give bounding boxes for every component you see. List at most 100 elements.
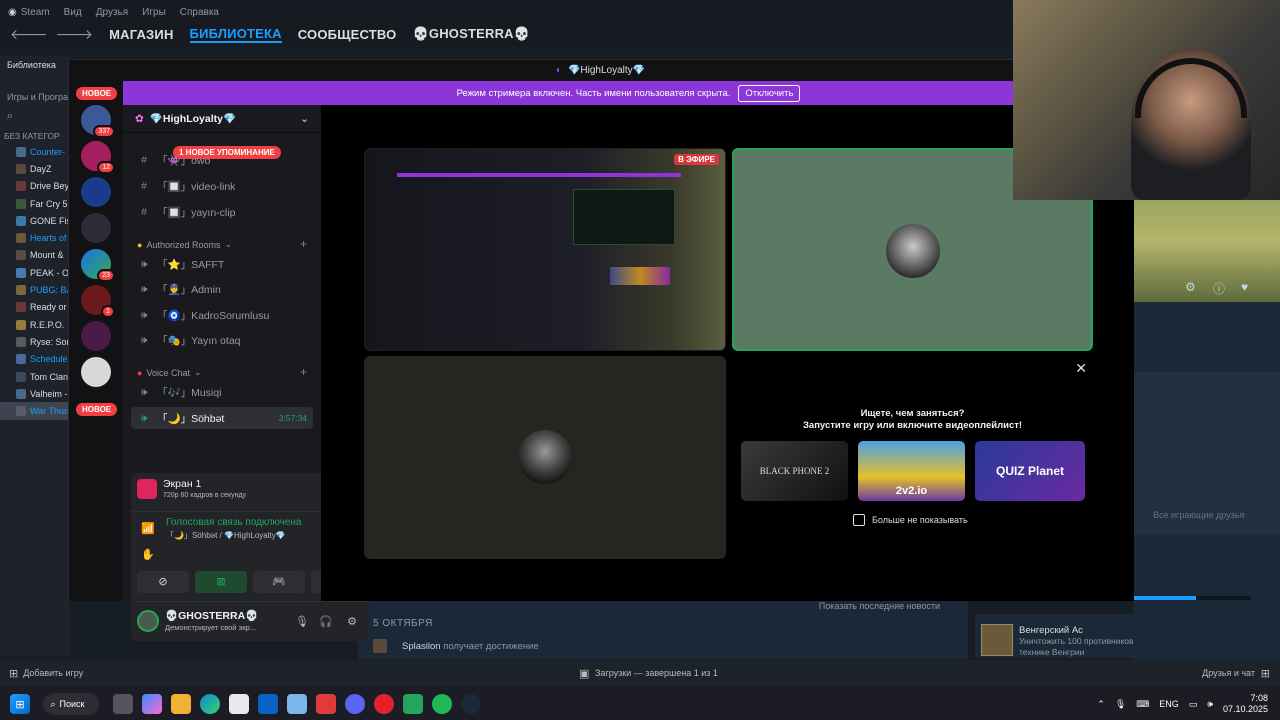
task-view-icon[interactable] [112, 694, 133, 714]
downloads-status[interactable]: Загрузки — завершена 1 из 1 [595, 668, 718, 678]
activity-avatar[interactable] [373, 639, 387, 653]
display-icon[interactable]: ▭ [1189, 699, 1198, 710]
library-filter[interactable]: Игры и Програм [0, 74, 74, 102]
camera-off-button[interactable]: ⊘ [137, 571, 189, 593]
opera-icon[interactable] [373, 694, 394, 714]
game-list-item[interactable]: DayZ [0, 160, 70, 177]
voice-channel-active[interactable]: 🕪 「🌙」Söhbət 3:57:34 [131, 407, 313, 429]
all-playing-link[interactable]: Все играющие друзья [1153, 510, 1244, 520]
server-icon[interactable]: 12 [81, 141, 115, 174]
menu-steam[interactable]: Steam [21, 7, 50, 18]
mic-icon[interactable]: 🎙 [1115, 699, 1126, 710]
game-list-item[interactable]: War Thun [0, 402, 70, 420]
add-game-plus-icon[interactable]: ⊞ [9, 667, 18, 680]
friends-chat-icon[interactable]: ⊞ [1261, 667, 1270, 680]
tray-chevron-icon[interactable]: ⌃ [1097, 699, 1105, 710]
game-list-item[interactable]: Ready or [0, 299, 70, 316]
chevron-down-icon[interactable]: ⌄ [300, 113, 309, 125]
outlook-icon[interactable] [257, 694, 278, 714]
voice-channel[interactable]: 🕪 「🎶」Musiqi [131, 381, 313, 403]
server-icon[interactable]: 337 [81, 105, 115, 138]
game-list-item[interactable]: Schedule [0, 351, 70, 368]
game-list-item[interactable]: Drive Bey [0, 178, 70, 195]
game-list-item[interactable]: Mount & [0, 247, 70, 264]
game-list-item[interactable]: Far Cry 5 [0, 195, 70, 212]
nav-profile[interactable]: 💀GHOSTERRA💀 [413, 26, 531, 42]
heart-icon[interactable]: ♥ [1241, 280, 1248, 294]
taskbar-search[interactable]: ⌕ Поиск [42, 693, 99, 715]
close-icon[interactable]: ✕ [1075, 360, 1087, 377]
server-icon[interactable] [81, 357, 111, 387]
server-icon[interactable] [81, 213, 111, 243]
windows-start-icon[interactable]: ⊞ [10, 694, 30, 714]
info-icon[interactable]: ⓘ [1213, 280, 1225, 297]
voice-channel[interactable]: 🕪 「🎭」Yayın otaq [131, 329, 313, 351]
dont-show-label[interactable]: Больше не показывать [872, 515, 968, 525]
participant-tile[interactable] [364, 356, 726, 559]
add-game-button[interactable]: Добавить игру [23, 668, 83, 678]
keyboard-icon[interactable]: ⌨ [1136, 699, 1149, 710]
language-indicator[interactable]: ENG [1159, 699, 1179, 709]
show-news-link[interactable]: Показать последние новости [819, 601, 940, 611]
new-unread-pill[interactable]: НОВОЕ [76, 87, 118, 100]
activity-card[interactable]: BLACK PHONE 2 [741, 441, 848, 501]
add-channel-icon[interactable]: + [300, 365, 307, 379]
game-list-item[interactable]: PEAK - O [0, 264, 70, 281]
category-authorized[interactable]: ● Authorized Rooms ⌄ [137, 239, 232, 250]
stream-tile[interactable]: В ЭФИРЕ [364, 148, 726, 351]
game-list-item[interactable]: Tom Clan [0, 368, 70, 385]
game-list-item[interactable]: Hearts of [0, 229, 70, 246]
steam-icon[interactable] [460, 694, 481, 714]
game-list-item[interactable]: GONE Fis [0, 212, 70, 229]
clock[interactable]: 7:08 07.10.2025 [1223, 693, 1268, 715]
gear-icon[interactable]: ⚙ [347, 615, 357, 628]
avatar[interactable] [137, 610, 159, 632]
volume-icon[interactable]: 🕪 [1207, 699, 1213, 710]
server-icon[interactable]: 1 [81, 285, 115, 318]
headphones-icon[interactable]: 🎧 [319, 615, 333, 628]
gear-icon[interactable]: ⚙ [1185, 280, 1196, 294]
copilot-icon[interactable] [141, 694, 162, 714]
activity-card[interactable]: 2v2.io [858, 441, 965, 501]
user-name[interactable]: 💀GHOSTERRA💀 [165, 609, 258, 622]
game-list-item[interactable]: Counter- [0, 143, 70, 160]
voice-channel[interactable]: 🕪 「👮」Admin [131, 278, 313, 300]
menu-view[interactable]: Вид [64, 7, 82, 18]
server-icon[interactable]: 23 [81, 249, 115, 282]
friends-chat-button[interactable]: Друзья и чат [1202, 668, 1255, 678]
game-list-item[interactable]: Valheim - [0, 385, 70, 402]
wps-icon[interactable] [315, 694, 336, 714]
spotify-icon[interactable] [431, 694, 452, 714]
nav-library[interactable]: БИБЛИОТЕКА [189, 26, 282, 43]
dont-show-checkbox[interactable] [853, 514, 865, 526]
menu-friends[interactable]: Друзья [96, 7, 128, 18]
menu-help[interactable]: Справка [180, 7, 219, 18]
category-voice[interactable]: ● Voice Chat ⌄ [137, 367, 202, 378]
game-list-item[interactable]: Ryse: Son [0, 333, 70, 350]
category-header[interactable]: БЕЗ КАТЕГОР [0, 123, 70, 141]
activity-user[interactable]: Splasilon [402, 641, 441, 652]
screen-share-button[interactable]: ⊠ [195, 571, 247, 593]
back-arrow-icon[interactable]: 🡐 [10, 26, 48, 43]
store-icon[interactable] [228, 694, 249, 714]
text-channel[interactable]: # 「🔲」yayın-clip [131, 201, 313, 223]
new-unread-pill[interactable]: НОВОЕ [76, 403, 118, 416]
activity-card[interactable]: QUIZ Planet [975, 441, 1085, 501]
server-icon[interactable] [81, 177, 111, 207]
krisp-icon[interactable]: ✋ [141, 548, 155, 561]
server-icon[interactable] [81, 321, 111, 351]
server-header[interactable]: ✿ 💎HighLoyalty💎 ⌄ [123, 105, 321, 133]
menu-games[interactable]: Игры [142, 7, 166, 18]
nav-community[interactable]: СООБЩЕСТВО [298, 27, 397, 42]
voice-connected-label[interactable]: Голосовая связь подключена [166, 517, 301, 528]
library-home-label[interactable]: Библиотека [0, 56, 70, 74]
add-channel-icon[interactable]: + [300, 237, 307, 251]
activity-button[interactable]: 🎮 [253, 571, 305, 593]
library-search-icon[interactable]: ⌕ [0, 102, 70, 123]
file-explorer-icon[interactable] [170, 694, 191, 714]
app-icon[interactable] [286, 694, 307, 714]
app-green-icon[interactable] [402, 694, 423, 714]
game-list-item[interactable]: PUBG: BA [0, 281, 70, 298]
voice-channel-path[interactable]: 「🌙」Söhbət / 💎HighLoyalty💎 [166, 530, 286, 541]
mic-icon[interactable]: 🎙 [295, 615, 309, 628]
